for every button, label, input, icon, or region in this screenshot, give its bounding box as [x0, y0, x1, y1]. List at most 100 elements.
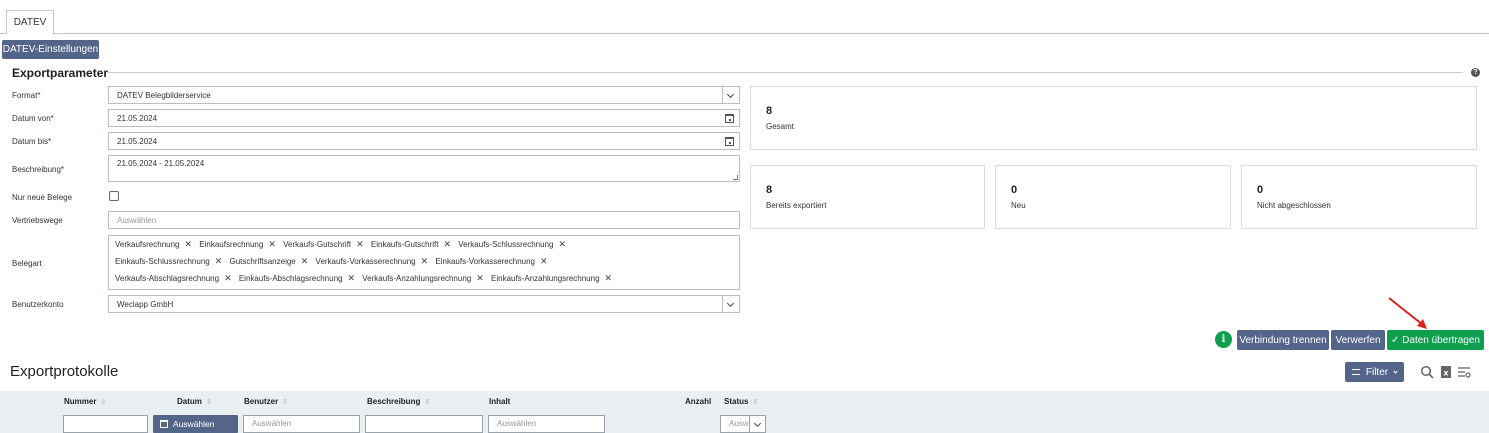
chip: Einkaufsrechnung ✕	[199, 239, 276, 250]
filter-status-select[interactable]: Auswählen	[720, 415, 766, 433]
channels-select[interactable]: Auswählen	[108, 211, 740, 229]
annotation-arrow-icon	[1388, 297, 1427, 329]
chip: Einkaufs-Schlussrechnung ✕	[115, 256, 223, 267]
only-new-checkbox[interactable]	[109, 191, 119, 201]
chip: Einkaufs-Anzahlungsrechnung ✕	[491, 273, 613, 284]
column-header-date[interactable]: Datum ⇕	[177, 397, 212, 406]
stat-caption: Neu	[1011, 201, 1026, 210]
stat-value: 0	[1011, 184, 1018, 196]
chip: Einkaufs-Vorkasserechnung ✕	[435, 256, 548, 267]
chip: Verkaufsrechnung ✕	[115, 239, 193, 250]
format-select[interactable]: DATEV Belegbilderservice	[108, 86, 740, 104]
chevron-down-icon[interactable]	[749, 416, 765, 432]
filter-number-input[interactable]	[63, 415, 148, 433]
description-textarea[interactable]: 21.05.2024 - 21.05.2024	[108, 155, 740, 182]
column-header-number[interactable]: Nummer ⇕	[64, 397, 106, 406]
chip: Verkaufs-Schlussrechnung ✕	[458, 239, 566, 250]
sort-icon[interactable]: ⇕	[206, 398, 212, 406]
channels-label: Vertriebswege	[12, 216, 63, 225]
tab-datev[interactable]: DATEV	[6, 10, 54, 35]
filter-content-input[interactable]: Auswählen	[488, 415, 605, 433]
resize-handle-icon[interactable]	[733, 175, 738, 180]
column-header-content: Inhalt	[489, 397, 511, 406]
date-to-input[interactable]: 21.05.2024	[108, 132, 740, 150]
chip: Verkaufs-Anzahlungsrechnung ✕	[362, 273, 484, 284]
chip-row: Einkaufs-Schlussrechnung ✕ Gutschriftsanz…	[115, 256, 553, 270]
filter-status-placeholder: Auswählen	[729, 419, 749, 428]
chip: Einkaufs-Abschlagsrechnung ✕	[238, 273, 356, 284]
filter-description-input[interactable]	[365, 415, 483, 433]
discard-button[interactable]: Verwerfen	[1331, 330, 1385, 350]
column-header-count: Anzahl	[685, 397, 712, 406]
close-icon[interactable]: ✕	[224, 273, 232, 284]
close-icon[interactable]: ✕	[301, 256, 309, 267]
close-icon[interactable]: ✕	[268, 239, 276, 250]
column-settings-icon[interactable]	[1457, 365, 1471, 379]
format-label: Format*	[12, 91, 41, 100]
filter-label: Filter	[1365, 366, 1389, 378]
filter-icon	[1352, 368, 1361, 375]
only-new-label: Nur neue Belege	[12, 193, 73, 202]
sort-icon[interactable]: ⇕	[100, 398, 106, 406]
description-value: 21.05.2024 - 21.05.2024	[117, 159, 205, 168]
calendar-icon[interactable]	[725, 137, 734, 146]
close-icon[interactable]: ✕	[185, 239, 193, 250]
disconnect-button[interactable]: Verbindung trennen	[1237, 330, 1329, 350]
sort-icon[interactable]: ⇕	[282, 398, 288, 406]
export-excel-icon[interactable]: x	[1439, 365, 1453, 379]
stat-caption: Nicht abgeschlossen	[1257, 201, 1331, 210]
transfer-data-label: Daten übertragen	[1402, 334, 1480, 346]
chip: Einkaufs-Gutschrift ✕	[370, 239, 452, 250]
calendar-icon	[160, 420, 168, 428]
help-icon[interactable]: ?	[1471, 68, 1480, 77]
chevron-down-icon[interactable]	[722, 296, 739, 312]
filter-button[interactable]: Filter	[1345, 362, 1404, 382]
chip: Verkaufs-Vorkasserechnung ✕	[315, 256, 429, 267]
close-icon[interactable]: ✕	[558, 239, 566, 250]
close-icon[interactable]: ✕	[605, 273, 613, 284]
chip-row: Verkaufs-Abschlagsrechnung ✕ Einkaufs-Abs…	[115, 273, 617, 287]
section-divider	[108, 72, 1463, 73]
close-icon[interactable]: ✕	[356, 239, 364, 250]
stat-caption: Bereits exportiert	[766, 201, 827, 210]
close-icon[interactable]: ✕	[347, 273, 355, 284]
chevron-down-icon[interactable]	[722, 87, 739, 103]
filter-user-input[interactable]: Auswählen	[243, 415, 360, 433]
sort-icon[interactable]: ⇕	[424, 398, 430, 406]
channels-placeholder: Auswählen	[117, 216, 157, 225]
stat-value: 8	[766, 184, 773, 196]
chip-row: Verkaufsrechnung ✕ Einkaufsrechnung ✕ Verk…	[115, 239, 571, 253]
stat-value: 8	[766, 105, 773, 117]
search-icon[interactable]	[1420, 365, 1434, 379]
svg-text:x: x	[1443, 369, 1449, 378]
transfer-data-button[interactable]: ✓ Daten übertragen	[1387, 330, 1484, 350]
doc-types-multiselect[interactable]: Verkaufsrechnung ✕ Einkaufsrechnung ✕ Verk…	[108, 235, 740, 290]
column-header-description[interactable]: Beschreibung ⇕	[367, 397, 430, 406]
chip: Gutschriftsanzeige ✕	[229, 256, 309, 267]
stat-card-new: 0 Neu	[995, 165, 1231, 229]
filter-date-button[interactable]: Auswählen	[153, 415, 238, 433]
info-icon[interactable]: i	[1215, 331, 1232, 348]
close-icon[interactable]: ✕	[215, 256, 223, 267]
calendar-icon[interactable]	[725, 114, 734, 123]
stat-card-exported: 8 Bereits exportiert	[750, 165, 985, 229]
section-title-export-parameters: Exportparameter	[12, 66, 109, 80]
close-icon[interactable]: ✕	[476, 273, 484, 284]
date-to-label: Datum bis*	[12, 137, 52, 146]
column-header-status[interactable]: Status ⇕	[724, 397, 758, 406]
chip: Verkaufs-Gutschrift ✕	[283, 239, 364, 250]
sort-icon[interactable]: ⇕	[752, 398, 758, 406]
datev-settings-button[interactable]: DATEV-Einstellungen	[2, 40, 99, 59]
date-to-value: 21.05.2024	[117, 137, 158, 146]
stat-card-incomplete: 0 Nicht abgeschlossen	[1241, 165, 1477, 229]
close-icon[interactable]: ✕	[444, 239, 452, 250]
stat-card-total: 8 Gesamt	[750, 86, 1477, 150]
date-from-input[interactable]: 21.05.2024	[108, 109, 740, 127]
close-icon[interactable]: ✕	[421, 256, 429, 267]
table-header: Nummer ⇕ Datum ⇕ Benutzer ⇕ Beschreibung ⇕ I…	[0, 391, 1489, 433]
close-icon[interactable]: ✕	[540, 256, 548, 267]
chip: Verkaufs-Abschlagsrechnung ✕	[115, 273, 232, 284]
account-select[interactable]: Weclapp GmbH	[108, 295, 740, 313]
column-header-user[interactable]: Benutzer ⇕	[244, 397, 288, 406]
filter-date-label: Auswählen	[172, 419, 215, 429]
